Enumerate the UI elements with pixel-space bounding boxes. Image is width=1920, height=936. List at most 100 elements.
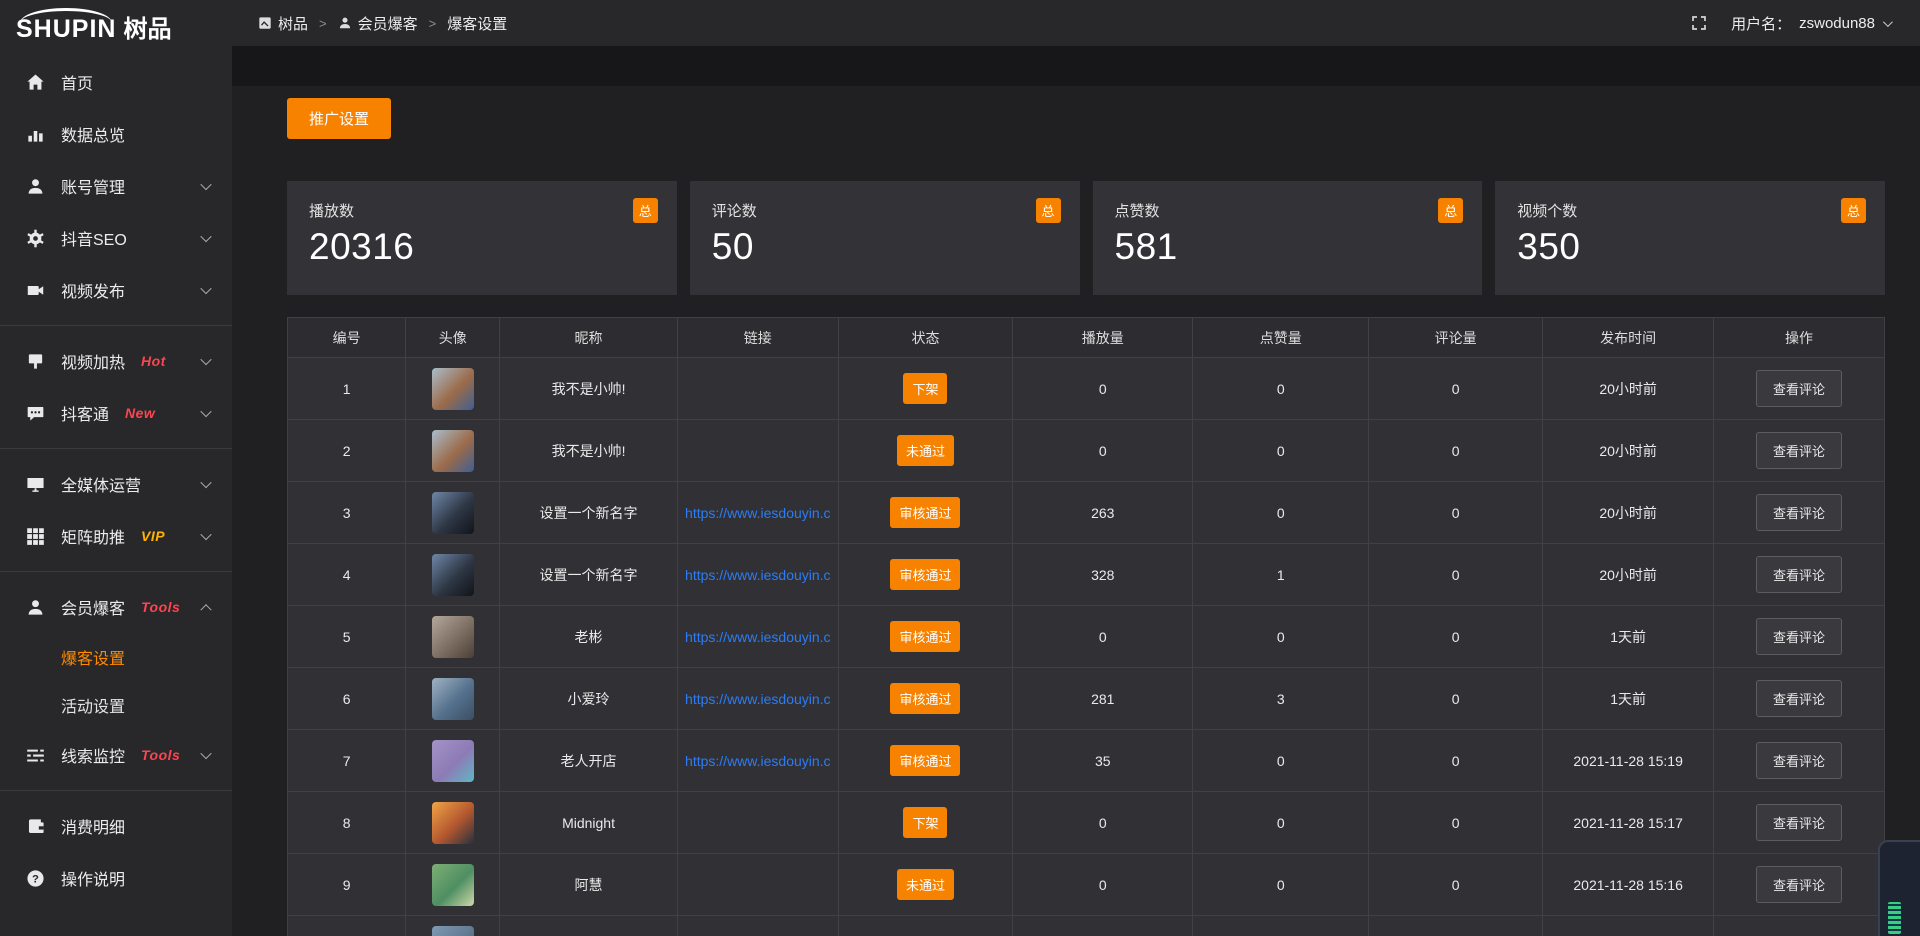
- status-badge: 下架: [903, 807, 947, 838]
- sidebar-item-2[interactable]: 数据总览: [0, 108, 232, 160]
- grid-icon: [26, 527, 45, 546]
- stat-total-badge: 总: [1841, 198, 1866, 223]
- cell-avatar: [406, 854, 500, 916]
- view-comments-button[interactable]: 查看评论: [1756, 370, 1842, 407]
- cell-avatar: [406, 420, 500, 482]
- view-comments-button[interactable]: 查看评论: [1756, 432, 1842, 469]
- heat-icon: [26, 352, 45, 371]
- avatar: [432, 430, 474, 472]
- chevron-down-icon: [200, 179, 211, 190]
- sidebar-item-5[interactable]: 视频发布: [0, 264, 232, 316]
- cell-nickname: 我不是小帅!: [500, 358, 677, 420]
- fullscreen-icon[interactable]: [1691, 15, 1707, 31]
- column-header: 头像: [406, 318, 500, 358]
- sidebar-item-label: 全媒体运营: [61, 472, 141, 496]
- stat-label: 评论数: [712, 200, 1058, 221]
- chevron-down-icon: [200, 283, 211, 294]
- sidebar-item-3[interactable]: 账号管理: [0, 160, 232, 212]
- cell-likes: 3: [1193, 668, 1369, 730]
- sidebar-subitem[interactable]: 活动设置: [0, 681, 232, 729]
- view-comments-button[interactable]: 查看评论: [1756, 680, 1842, 717]
- sidebar-item-10[interactable]: 会员爆客Tools: [0, 581, 232, 633]
- sidebar-item-13[interactable]: ?操作说明: [0, 852, 232, 904]
- avatar: [432, 616, 474, 658]
- cell-likes: 0: [1193, 792, 1369, 854]
- sidebar-item-11[interactable]: 线索监控Tools: [0, 729, 232, 781]
- column-header: 链接: [677, 318, 838, 358]
- sidebar-item-label: 账号管理: [61, 174, 125, 198]
- view-comments-button[interactable]: 查看评论: [1756, 866, 1842, 903]
- sidebar-item-8[interactable]: 全媒体运营: [0, 458, 232, 510]
- sidebar-item-label: 线索监控: [61, 743, 125, 767]
- sidebar-item-12[interactable]: 消费明细: [0, 800, 232, 852]
- chat-widget[interactable]: [1878, 840, 1920, 936]
- cell-link[interactable]: https://www.iesdouyin.c: [677, 544, 838, 606]
- cell-comments: 0: [1369, 358, 1543, 420]
- person-icon: [338, 16, 352, 30]
- sidebar-item-tag: New: [125, 405, 155, 421]
- cell-id: 9: [288, 854, 406, 916]
- view-comments-button[interactable]: 查看评论: [1756, 804, 1842, 841]
- chevron-down-icon: [200, 231, 211, 242]
- sliders-icon: [26, 746, 45, 765]
- cell-action: 查看评论: [1714, 792, 1885, 854]
- cell-link[interactable]: https://www.iesdouyin.c: [677, 482, 838, 544]
- cell-time: 2021-11-28 15:17: [1543, 792, 1714, 854]
- cell-link[interactable]: https://www.iesdouyin.c: [677, 730, 838, 792]
- cell-plays: 0: [1013, 854, 1193, 916]
- promo-settings-button[interactable]: 推广设置: [287, 98, 391, 139]
- breadcrumb-separator: >: [429, 16, 437, 31]
- status-badge: 审核通过: [890, 497, 960, 528]
- cell-comments: 0: [1369, 482, 1543, 544]
- cell-status: 审核通过: [838, 606, 1012, 668]
- cell-id: 5: [288, 606, 406, 668]
- cell-nickname: 我不是小帅!: [500, 420, 677, 482]
- cell-link: [677, 792, 838, 854]
- cell-comments: 0: [1369, 668, 1543, 730]
- cell-time: 2021-11-28 15:19: [1543, 730, 1714, 792]
- bar-chart-icon: [26, 125, 45, 144]
- cell-link[interactable]: https://www.iesdouyin.c: [677, 606, 838, 668]
- sidebar-item-1[interactable]: 首页: [0, 56, 232, 108]
- stat-total-badge: 总: [633, 198, 658, 223]
- view-comments-button[interactable]: 查看评论: [1756, 742, 1842, 779]
- view-comments-button[interactable]: 查看评论: [1756, 618, 1842, 655]
- cell-plays: 35: [1013, 730, 1193, 792]
- breadcrumb-item[interactable]: 爆客设置: [447, 13, 507, 34]
- sidebar-item-4[interactable]: 抖音SEO: [0, 212, 232, 264]
- table-row: [288, 916, 1885, 936]
- cell-plays: 281: [1013, 668, 1193, 730]
- cell-plays: 0: [1013, 606, 1193, 668]
- cell-likes: 0: [1193, 854, 1369, 916]
- stat-card: 视频个数 350 总: [1495, 181, 1885, 295]
- sidebar-item-9[interactable]: 矩阵助推VIP: [0, 510, 232, 562]
- breadcrumb-item[interactable]: 会员爆客: [338, 13, 418, 34]
- sidebar-item-7[interactable]: 抖客通New: [0, 387, 232, 439]
- avatar: [432, 368, 474, 410]
- user-menu[interactable]: 用户名：zswodun88: [1731, 13, 1890, 34]
- view-comments-button[interactable]: 查看评论: [1756, 556, 1842, 593]
- avatar: [432, 492, 474, 534]
- column-header: 评论量: [1369, 318, 1543, 358]
- cell-nickname: 老人开店: [500, 730, 677, 792]
- stat-card: 播放数 20316 总: [287, 181, 677, 295]
- stats-row: 播放数 20316 总评论数 50 总点赞数 581 总视频个数 350 总: [287, 181, 1885, 295]
- cell-action: 查看评论: [1714, 668, 1885, 730]
- sidebar-item-6[interactable]: 视频加热Hot: [0, 335, 232, 387]
- table-row: 2我不是小帅!未通过00020小时前查看评论: [288, 420, 1885, 482]
- status-badge: 审核通过: [890, 683, 960, 714]
- table-wrap: 编号头像昵称链接状态播放量点赞量评论量发布时间操作 1我不是小帅!下架00020…: [287, 317, 1885, 936]
- cell-action: 查看评论: [1714, 854, 1885, 916]
- cell-id: 3: [288, 482, 406, 544]
- cell-link[interactable]: https://www.iesdouyin.c: [677, 668, 838, 730]
- breadcrumb-item[interactable]: 树品: [258, 13, 308, 34]
- table-row: 5老彬https://www.iesdouyin.c审核通过0001天前查看评论: [288, 606, 1885, 668]
- brand-logo: SHUPIN 树品: [0, 0, 232, 46]
- sidebar-subitem[interactable]: 爆客设置: [0, 633, 232, 681]
- cell-action: 查看评论: [1714, 606, 1885, 668]
- cell-likes: 0: [1193, 358, 1369, 420]
- status-badge: 审核通过: [890, 745, 960, 776]
- cell-status: 下架: [838, 358, 1012, 420]
- view-comments-button[interactable]: 查看评论: [1756, 494, 1842, 531]
- stat-value: 20316: [309, 226, 655, 268]
